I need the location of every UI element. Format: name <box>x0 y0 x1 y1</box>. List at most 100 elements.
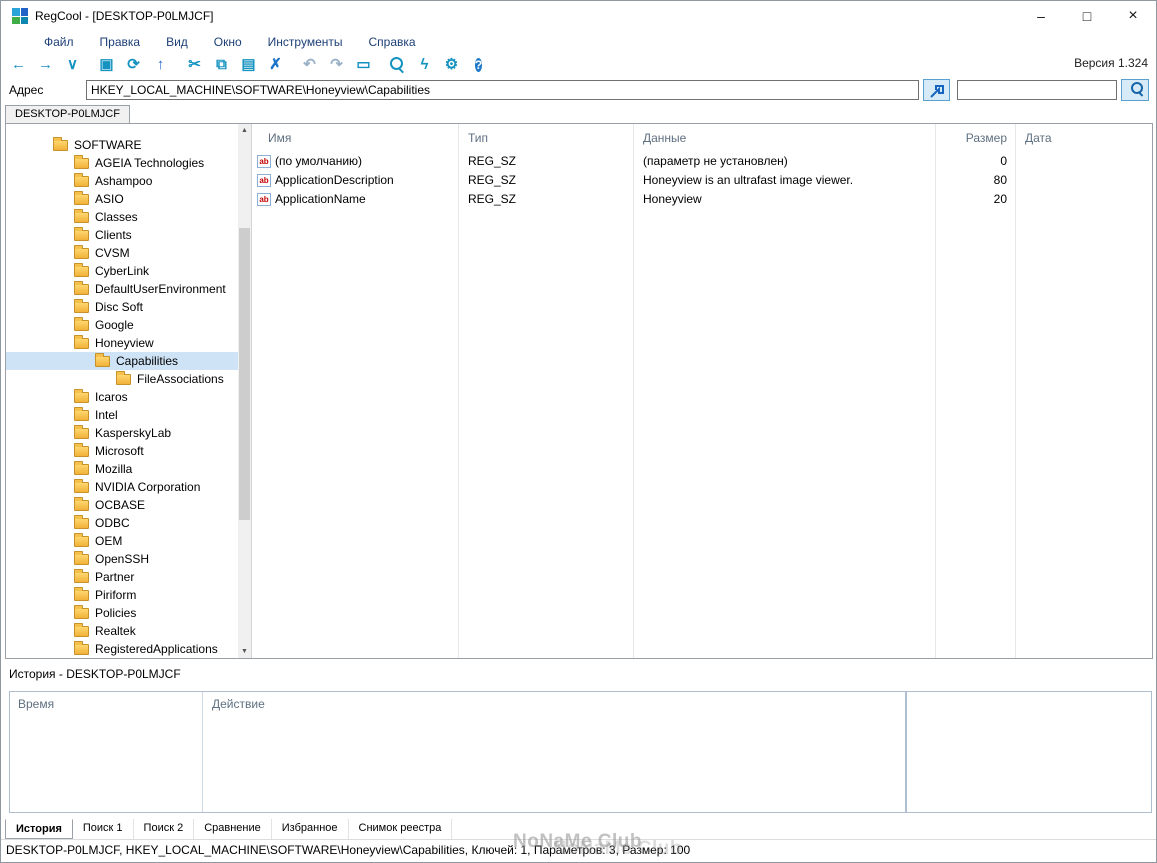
tree-item-oem[interactable]: OEM <box>6 532 238 550</box>
tree-item-label: CyberLink <box>95 264 150 278</box>
computer-icon[interactable]: ▣ <box>93 53 120 77</box>
folder-icon <box>74 190 89 205</box>
search-button[interactable] <box>1121 79 1149 101</box>
help-icon[interactable]: ? <box>465 53 492 77</box>
tree-item-defaultuserenvironment[interactable]: DefaultUserEnvironment <box>6 280 238 298</box>
tree-item-asio[interactable]: ASIO <box>6 190 238 208</box>
tree-item-policies[interactable]: Policies <box>6 604 238 622</box>
watermark-echo: NoNaMe Club <box>553 838 682 859</box>
search-icon[interactable] <box>384 53 411 77</box>
settings-icon[interactable]: ⚙ <box>438 53 465 77</box>
undo-icon[interactable]: ↶ <box>296 53 323 77</box>
tree-item-registeredapplications[interactable]: RegisteredApplications <box>6 640 238 658</box>
folder-icon <box>74 316 89 331</box>
menu-tools[interactable]: Инструменты <box>255 32 356 52</box>
copy-icon[interactable]: ⧉ <box>208 53 235 77</box>
tree-item-realtek[interactable]: Realtek <box>6 622 238 640</box>
server-tab[interactable]: DESKTOP-P0LMJCF <box>5 105 130 124</box>
tree-item-capabilities[interactable]: Capabilities <box>6 352 238 370</box>
delete-icon[interactable]: ✗ <box>262 53 289 77</box>
tree-item-piriform[interactable]: Piriform <box>6 586 238 604</box>
maximize-button[interactable]: □ <box>1064 1 1110 31</box>
folder-icon <box>74 298 89 313</box>
tree-item-kasperskylab[interactable]: KasperskyLab <box>6 424 238 442</box>
tree-item-mozilla[interactable]: Mozilla <box>6 460 238 478</box>
flash-icon[interactable]: ϟ <box>411 53 438 77</box>
registry-value-row-item[interactable]: ab (по умолчанию) REG_SZ (параметр не устан… <box>252 152 1152 171</box>
up-icon[interactable]: ↑ <box>147 53 174 77</box>
tree-item-odbc[interactable]: ODBC <box>6 514 238 532</box>
menu-help[interactable]: Справка <box>356 32 429 52</box>
folder-icon <box>116 370 131 385</box>
bottom-tab-favorites[interactable]: Избранное <box>272 819 349 839</box>
bottom-tab-compare[interactable]: Сравнение <box>194 819 272 839</box>
menu-window[interactable]: Окно <box>201 32 255 52</box>
paste-icon[interactable]: ▤ <box>235 53 262 77</box>
column-header-name[interactable]: Имя <box>268 124 291 152</box>
tree-item-fileassociations[interactable]: FileAssociations <box>6 370 238 388</box>
tree-item-cvsm[interactable]: CVSM <box>6 244 238 262</box>
value-type: REG_SZ <box>468 173 517 187</box>
tree-item-label: Partner <box>95 570 135 584</box>
string-value-icon: ab <box>257 174 271 187</box>
nav-dropdown-icon[interactable]: ∨ <box>59 53 86 77</box>
tree-scrollbar[interactable]: ▲ ▼ <box>238 124 251 658</box>
back-icon[interactable]: ← <box>5 53 32 77</box>
tree-item-icaros[interactable]: Icaros <box>6 388 238 406</box>
quick-search-input[interactable] <box>957 80 1117 100</box>
bottom-tab-history[interactable]: История <box>5 819 73 839</box>
tree-item-label: RegisteredApplications <box>95 642 218 656</box>
registry-value-row-applicationname[interactable]: ab ApplicationName REG_SZ Honeyview 20 <box>252 190 1152 209</box>
tree-item-software[interactable]: SOFTWARE <box>6 136 238 154</box>
tree-item-openssh[interactable]: OpenSSH <box>6 550 238 568</box>
rename-icon[interactable]: ▭ <box>350 53 377 77</box>
folder-icon <box>74 622 89 637</box>
tree-item-microsoft[interactable]: Microsoft <box>6 442 238 460</box>
menu-edit[interactable]: Правка <box>87 32 154 52</box>
menu-file[interactable]: Файл <box>31 32 87 52</box>
tree-item-ageia-technologies[interactable]: AGEIA Technologies <box>6 154 238 172</box>
folder-icon <box>95 352 110 367</box>
tree-item-google[interactable]: Google <box>6 316 238 334</box>
forward-icon[interactable]: → <box>32 53 59 77</box>
bottom-tab-search-2[interactable]: Поиск 2 <box>134 819 195 839</box>
history-column-action[interactable]: Действие <box>212 697 265 711</box>
window-controls: – □ × <box>1018 1 1156 31</box>
bottom-tab-search-1[interactable]: Поиск 1 <box>73 819 134 839</box>
tree-item-intel[interactable]: Intel <box>6 406 238 424</box>
cut-icon[interactable]: ✂ <box>181 53 208 77</box>
go-button[interactable] <box>923 79 950 101</box>
tree-item-cyberlink[interactable]: CyberLink <box>6 262 238 280</box>
history-column-time[interactable]: Время <box>18 697 54 711</box>
column-header-type[interactable]: Тип <box>468 124 488 152</box>
column-header-date[interactable]: Дата <box>1025 124 1052 152</box>
history-table: Время Действие <box>9 691 906 813</box>
tree-item-honeyview[interactable]: Honeyview <box>6 334 238 352</box>
column-header-size[interactable]: Размер <box>935 124 1007 152</box>
tree-item-label: Realtek <box>95 624 136 638</box>
tree-item-ashampoo[interactable]: Ashampoo <box>6 172 238 190</box>
scrollbar-thumb[interactable] <box>239 228 250 520</box>
tree-item-label: FileAssociations <box>137 372 224 386</box>
tree-item-label: OEM <box>95 534 123 548</box>
redo-icon[interactable]: ↷ <box>323 53 350 77</box>
tree-item-nvidia-corporation[interactable]: NVIDIA Corporation <box>6 478 238 496</box>
minimize-button[interactable]: – <box>1018 1 1064 31</box>
column-header-data[interactable]: Данные <box>643 124 686 152</box>
address-input[interactable] <box>86 80 919 100</box>
scroll-down-icon[interactable]: ▼ <box>238 645 251 658</box>
close-button[interactable]: × <box>1110 1 1156 31</box>
scroll-up-icon[interactable]: ▲ <box>238 124 251 137</box>
folder-icon <box>74 640 89 655</box>
tree-item-partner[interactable]: Partner <box>6 568 238 586</box>
tree-item-disc-soft[interactable]: Disc Soft <box>6 298 238 316</box>
bottom-tab-registry-snapshot[interactable]: Снимок реестра <box>349 819 453 839</box>
menu-view[interactable]: Вид <box>153 32 201 52</box>
tree-item-ocbase[interactable]: OCBASE <box>6 496 238 514</box>
tree-item-clients[interactable]: Clients <box>6 226 238 244</box>
registry-value-row-applicationdescription[interactable]: ab ApplicationDescription REG_SZ Honeyview … <box>252 171 1152 190</box>
tree-item-classes[interactable]: Classes <box>6 208 238 226</box>
version-label: Версия 1.324 <box>1074 56 1148 70</box>
folder-icon <box>74 226 89 241</box>
refresh-icon[interactable]: ⟳ <box>120 53 147 77</box>
